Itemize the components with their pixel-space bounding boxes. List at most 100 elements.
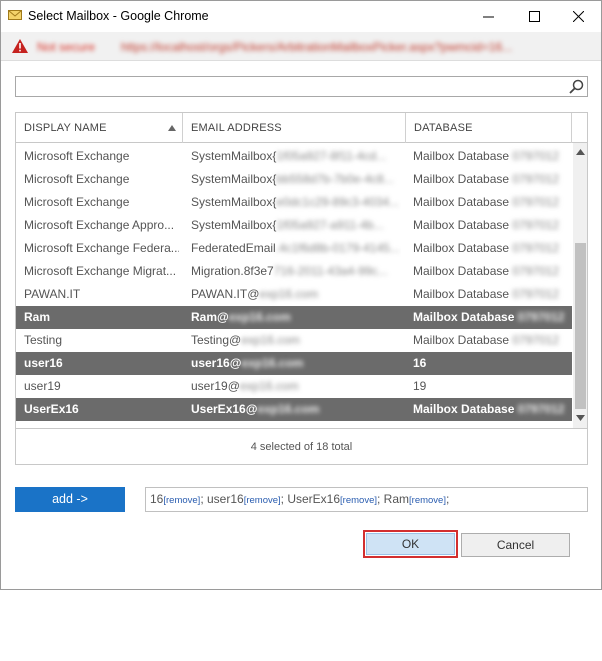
- redacted-text: 0797012: [512, 287, 560, 301]
- add-button[interactable]: add ->: [15, 487, 125, 512]
- table-row[interactable]: user19 user19@exp16.com 19: [16, 375, 572, 398]
- table-row[interactable]: Microsoft Exchange Federa... FederatedEma…: [16, 237, 572, 260]
- cell-database: Mailbox Database 0797012: [413, 168, 570, 191]
- redacted-text: 0797012: [512, 264, 560, 278]
- address-bar[interactable]: Not secure https://localhost/orgs/Picker…: [1, 32, 601, 61]
- table-row[interactable]: Microsoft Exchange SystemMailbox{e0dc1c29…: [16, 191, 572, 214]
- table-row[interactable]: Testing Testing@exp16.com Mailbox Database…: [16, 329, 572, 352]
- table-row[interactable]: Ram Ram@exp16.com Mailbox Database 0797012: [16, 306, 572, 329]
- redacted-text: 0797012: [512, 149, 560, 163]
- cell-database: Mailbox Database 0797012: [413, 283, 570, 306]
- redacted-text: 0797012: [517, 310, 565, 324]
- cell-database: Mailbox Database 0797012: [413, 306, 570, 329]
- cell-database: Mailbox Database 0797012: [413, 145, 570, 168]
- item-separator: ;: [445, 492, 450, 506]
- cell-email-address: SystemMailbox{e0dc1c29-89c3-4034...: [191, 191, 401, 214]
- redacted-text: exp16.com: [228, 310, 291, 324]
- cell-database: 16: [413, 356, 427, 370]
- vertical-scrollbar[interactable]: [573, 143, 587, 428]
- remove-link[interactable]: [remove]: [244, 495, 281, 506]
- cell-database: Mailbox Database 0797012: [413, 260, 570, 283]
- redacted-text: exp16.com: [257, 402, 320, 416]
- redacted-text: bb558d7b-7b0e-4c8...: [276, 172, 394, 186]
- warning-icon: [12, 39, 28, 53]
- scroll-down-icon[interactable]: [576, 415, 585, 421]
- cell-display-name: Microsoft Exchange: [24, 172, 130, 186]
- selected-item-name: 16: [150, 492, 164, 506]
- redacted-text: 1f05a927-8f11-4cd...: [276, 149, 387, 163]
- scroll-up-icon[interactable]: [576, 149, 585, 155]
- selected-mailboxes-field: 16[remove]; user16[remove]; UserEx16[rem…: [145, 487, 588, 512]
- cell-display-name: Microsoft Exchange: [24, 149, 130, 163]
- remove-link[interactable]: [remove]: [409, 495, 446, 506]
- redacted-text: exp16.com: [259, 287, 319, 301]
- ok-button[interactable]: OK: [363, 530, 458, 558]
- column-header-email-address[interactable]: EMAIL ADDRESS: [183, 113, 406, 143]
- selected-item-name: user16: [207, 492, 244, 506]
- mailbox-table: DISPLAY NAME EMAIL ADDRESS DATABASE Micr…: [15, 112, 588, 429]
- cell-email-address: FederatedEmail.4c1f6d8b-0179-4145...: [191, 237, 401, 260]
- cell-database: Mailbox Database 0797012: [413, 237, 570, 260]
- table-row[interactable]: PAWAN.IT PAWAN.IT@exp16.com Mailbox Databa…: [16, 283, 572, 306]
- cell-display-name: PAWAN.IT: [24, 287, 81, 301]
- cell-email-address: user19@exp16.com: [191, 375, 401, 398]
- cell-database: Mailbox Database 0797012: [413, 329, 570, 352]
- minimize-button[interactable]: [465, 1, 511, 32]
- table-row[interactable]: Microsoft Exchange Migrat... Migration.8f…: [16, 260, 572, 283]
- ok-button-label: OK: [366, 533, 455, 555]
- column-header-display-name[interactable]: DISPLAY NAME: [16, 113, 183, 143]
- redacted-text: exp16.com: [239, 379, 299, 393]
- redacted-text: 0797012: [512, 333, 560, 347]
- item-separator: ;: [377, 492, 384, 506]
- cell-display-name: Ram: [24, 310, 51, 324]
- dialog-window: Select Mailbox - Google Chrome Not secur…: [0, 0, 602, 590]
- redacted-text: 0797012: [512, 218, 560, 232]
- remove-link[interactable]: [remove]: [340, 495, 377, 506]
- cell-email-address: SystemMailbox{1f05a927-8f11-4cd...: [191, 145, 401, 168]
- cell-display-name: Microsoft Exchange Migrat...: [24, 264, 177, 278]
- cell-database: Mailbox Database 0797012: [413, 398, 570, 421]
- table-row[interactable]: Microsoft Exchange SystemMailbox{bb558d7b…: [16, 168, 572, 191]
- cell-display-name: UserEx16: [24, 402, 79, 416]
- selection-count: 4 selected of 18 total: [15, 429, 588, 465]
- redacted-text: e0dc1c29-89c3-4034...: [276, 195, 400, 209]
- cell-email-address: SystemMailbox{bb558d7b-7b0e-4c8...: [191, 168, 401, 191]
- cell-email-address: UserEx16@exp16.com: [191, 398, 401, 421]
- title-bar: Select Mailbox - Google Chrome: [1, 1, 601, 32]
- cell-display-name: Microsoft Exchange: [24, 195, 130, 209]
- table-row[interactable]: Microsoft Exchange SystemMailbox{1f05a927…: [16, 145, 572, 168]
- search-icon[interactable]: [569, 79, 584, 94]
- redacted-text: exp16.com: [241, 356, 304, 370]
- table-row[interactable]: user16 user16@exp16.com 16: [16, 352, 572, 375]
- table-row[interactable]: Microsoft Exchange Appro... SystemMailbox…: [16, 214, 572, 237]
- cell-email-address: PAWAN.IT@exp16.com: [191, 283, 401, 306]
- column-header-database[interactable]: DATABASE: [406, 113, 572, 143]
- cell-display-name: Microsoft Exchange Federa...: [24, 241, 179, 255]
- cell-email-address: Testing@exp16.com: [191, 329, 401, 352]
- redacted-text: 0797012: [512, 172, 560, 186]
- cell-email-address: Migration.8f3e7716-2011-43a4-99c...: [191, 260, 401, 283]
- url-text[interactable]: https://localhost/orgs/Pickers/Arbitrati…: [121, 40, 591, 54]
- table-header: DISPLAY NAME EMAIL ADDRESS DATABASE: [16, 113, 587, 143]
- sort-ascending-icon: [168, 125, 176, 131]
- cell-display-name: user16: [24, 356, 63, 370]
- scrollbar-thumb[interactable]: [575, 243, 586, 409]
- search-input[interactable]: [15, 76, 588, 97]
- close-button[interactable]: [555, 1, 601, 32]
- redacted-text: 0797012: [512, 195, 560, 209]
- redacted-text: 716-2011-43a4-99c...: [273, 264, 388, 278]
- redacted-text: exp16.com: [241, 333, 300, 347]
- remove-link[interactable]: [remove]: [163, 495, 200, 506]
- maximize-button[interactable]: [511, 1, 557, 32]
- redacted-text: 0797012: [512, 241, 560, 255]
- cell-database: Mailbox Database 0797012: [413, 191, 570, 214]
- close-icon: [572, 11, 584, 22]
- table-row[interactable]: UserEx16 UserEx16@exp16.com Mailbox Databa…: [16, 398, 572, 421]
- redacted-text: 1f05a927-a911-4b...: [276, 218, 384, 232]
- table-body: Microsoft Exchange SystemMailbox{1f05a927…: [16, 143, 572, 428]
- item-separator: ;: [200, 492, 207, 506]
- window-title: Select Mailbox - Google Chrome: [28, 9, 209, 23]
- cell-database: 19: [413, 379, 427, 393]
- redacted-text: 0797012: [517, 402, 565, 416]
- cancel-button[interactable]: Cancel: [461, 533, 570, 557]
